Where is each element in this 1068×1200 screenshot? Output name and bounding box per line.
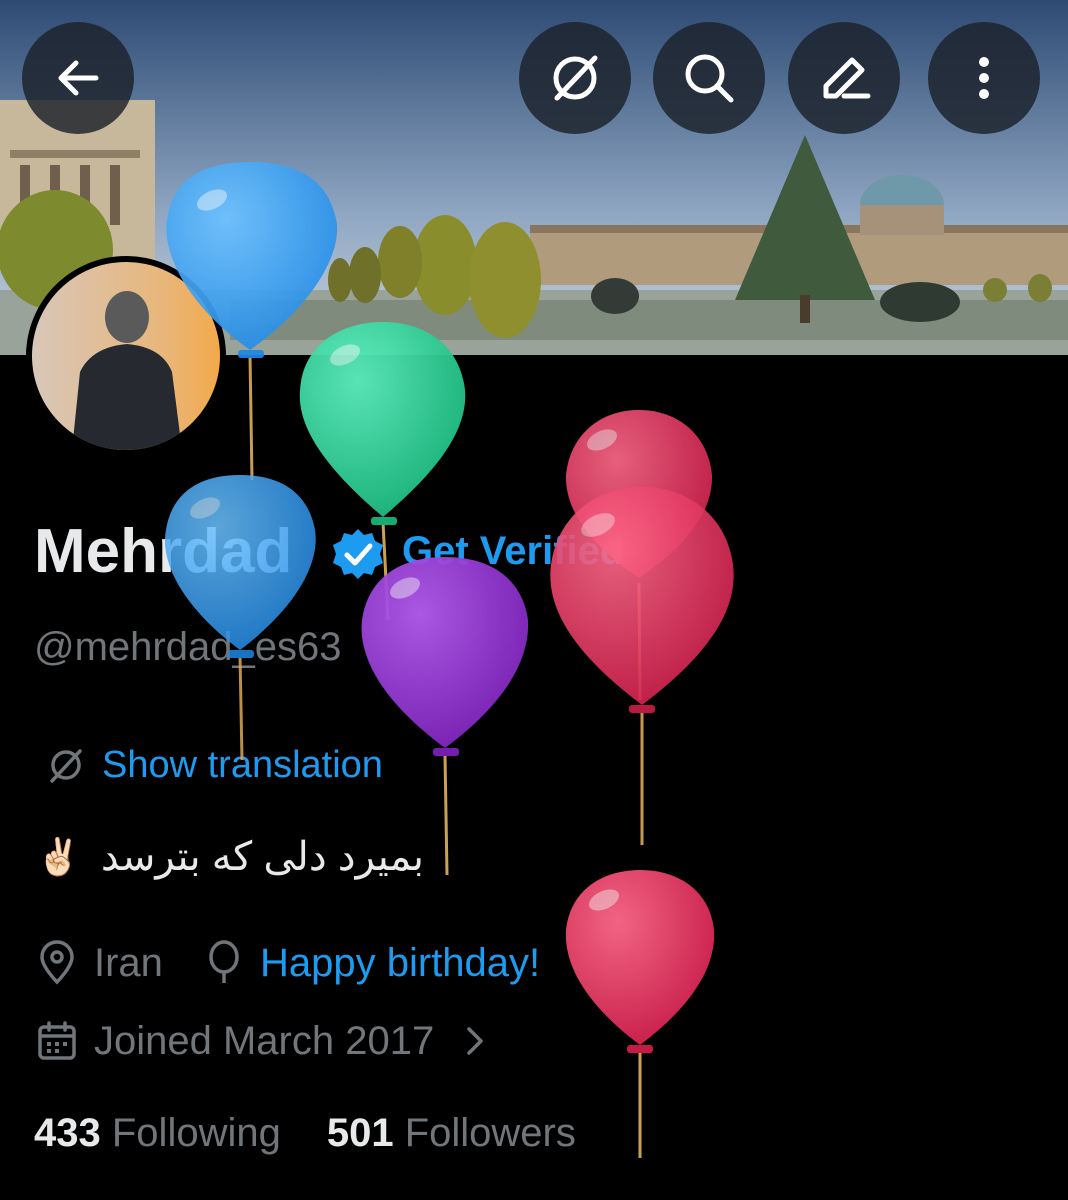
profile-name: Mehrdad — [34, 517, 293, 586]
following-label: Following — [111, 1111, 281, 1155]
following-link[interactable]: 433 Following — [34, 1108, 281, 1158]
show-translation-button[interactable]: Show translation — [44, 742, 383, 788]
calendar-icon — [38, 1021, 76, 1060]
profile-stats: 433 Following 501 Followers — [34, 1108, 576, 1158]
translate-icon — [553, 55, 598, 101]
translate-button[interactable] — [519, 22, 631, 134]
chevron-right-icon — [467, 1027, 483, 1055]
pencil-icon — [823, 57, 871, 99]
followers-label: Followers — [404, 1111, 576, 1155]
profile-handle: @mehrdad_es63 — [34, 625, 342, 669]
location-label: Iran — [94, 941, 163, 985]
balloon-red-3 — [565, 870, 715, 1158]
search-button[interactable] — [653, 22, 765, 134]
avatar[interactable] — [26, 256, 226, 456]
more-button[interactable] — [928, 22, 1040, 134]
profile-location: Iran — [36, 938, 163, 988]
followers-link[interactable]: 501 Followers — [327, 1108, 576, 1158]
balloon-purple — [361, 557, 529, 876]
following-count: 433 — [34, 1111, 101, 1155]
arrow-left-icon — [58, 60, 99, 96]
more-vertical-icon — [979, 57, 989, 99]
followers-count: 501 — [326, 1111, 394, 1155]
birthday-label: Happy birthday! — [260, 941, 541, 985]
edit-button[interactable] — [788, 22, 900, 134]
profile-birthday: Happy birthday! — [204, 938, 540, 988]
location-pin-icon — [40, 940, 74, 985]
get-verified-link[interactable]: Get Verified — [402, 526, 624, 576]
search-icon — [685, 54, 734, 103]
avatar-image — [32, 262, 220, 450]
profile-bio: ✌🏻 بمیرد دلی که بترسد — [36, 832, 424, 882]
profile-joined[interactable]: Joined March 2017 — [36, 1016, 490, 1066]
back-button[interactable] — [22, 22, 134, 134]
joined-label: Joined March 2017 — [94, 1019, 435, 1063]
verified-badge-icon[interactable] — [330, 526, 386, 587]
victory-hand-emoji: ✌🏻 — [36, 836, 81, 877]
show-translation-label: Show translation — [102, 744, 383, 786]
bio-text: بمیرد دلی که بترسد — [100, 835, 424, 879]
balloon-icon — [209, 940, 239, 983]
translate-icon — [50, 749, 82, 783]
